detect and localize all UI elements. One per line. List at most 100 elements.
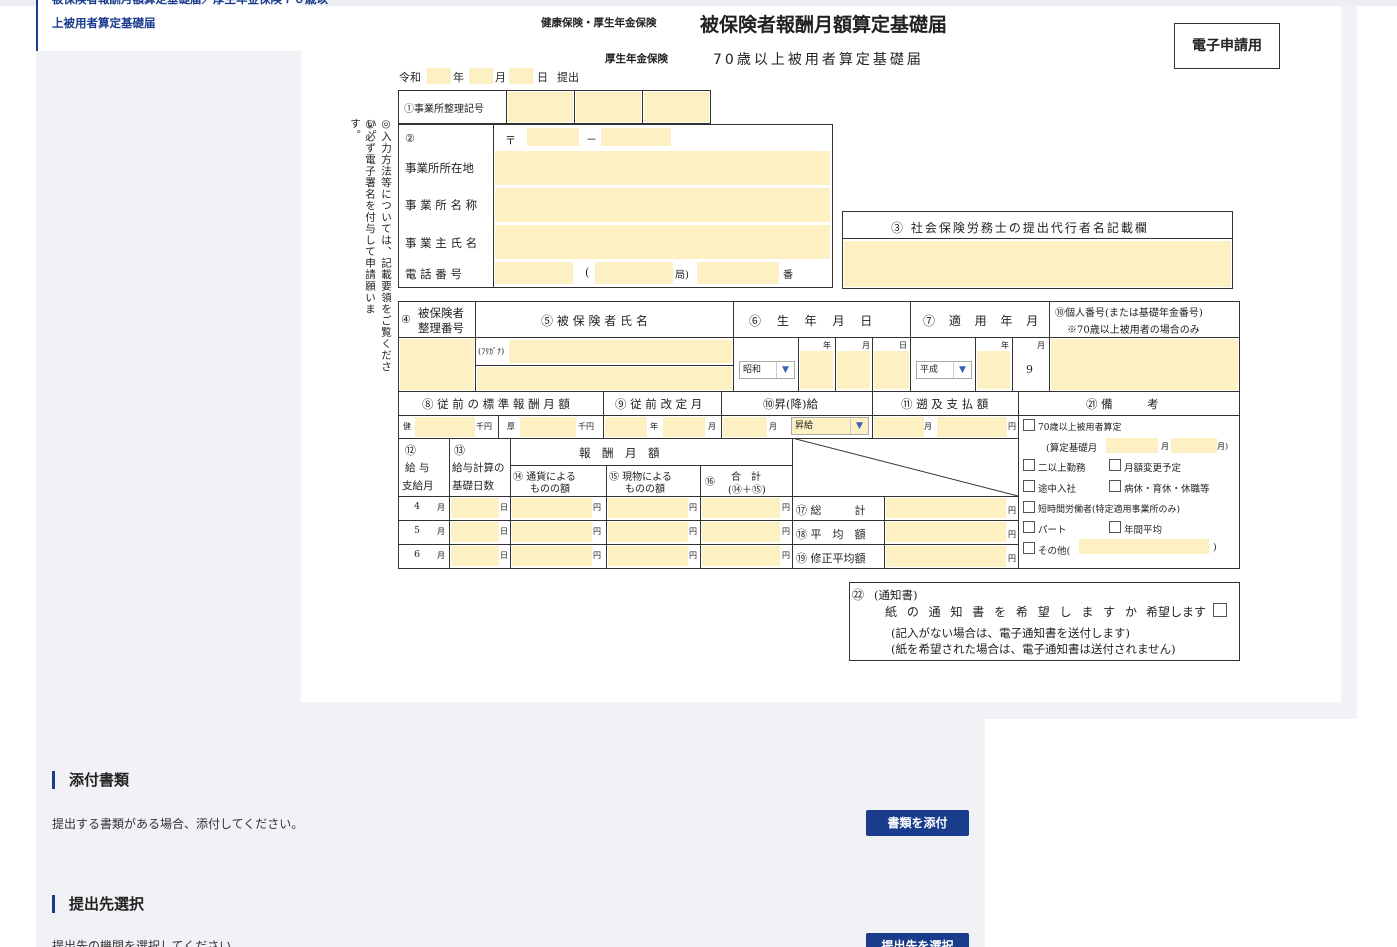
- insured-name-input[interactable]: [477, 367, 732, 390]
- breadcrumb-line1: 被保険者報酬月額算定基礎届／厚生年金保険７０歳以: [52, 0, 328, 8]
- remark-month2-input[interactable]: [1171, 438, 1217, 453]
- date-month-label: 月: [495, 71, 506, 84]
- revised-average-input[interactable]: [886, 546, 1006, 567]
- checkbox-icon[interactable]: [1109, 480, 1121, 492]
- birth-year-label: 年: [823, 341, 831, 350]
- total-input[interactable]: [886, 498, 1006, 518]
- apply-era-select[interactable]: 平成 ▼: [916, 361, 972, 379]
- c13-label: ⑬: [454, 444, 465, 457]
- pay-currency-yen: 円: [593, 503, 601, 512]
- raise-month-input[interactable]: [723, 417, 767, 437]
- sr-agent-input[interactable]: [844, 241, 1231, 287]
- remark-other-input[interactable]: [1079, 539, 1209, 554]
- checkbox-icon[interactable]: [1109, 521, 1121, 533]
- checkbox-icon[interactable]: [1023, 542, 1035, 554]
- checkbox-icon[interactable]: [1109, 459, 1121, 471]
- postal-code-input1[interactable]: [527, 128, 579, 146]
- office-name-input[interactable]: [495, 188, 830, 222]
- signature-note: ◎必ず電子署名を付与して申請願います。: [349, 118, 376, 315]
- date-year-input[interactable]: [427, 68, 451, 84]
- owner-name-input[interactable]: [495, 225, 830, 259]
- prev-pension-input[interactable]: [520, 417, 576, 437]
- tel-input3[interactable]: [697, 262, 779, 284]
- office-code-input2[interactable]: [576, 92, 641, 122]
- date-day-input[interactable]: [509, 68, 533, 84]
- date-day-label: 日: [537, 71, 548, 84]
- prev-revision-year-input[interactable]: [605, 417, 647, 437]
- pay-total-input[interactable]: [702, 498, 780, 518]
- prev-health-input[interactable]: [415, 417, 475, 437]
- checkbox-icon[interactable]: [1213, 603, 1227, 617]
- office-code-input1[interactable]: [508, 92, 573, 122]
- pay-month-label: 月: [437, 503, 445, 512]
- date-month-input[interactable]: [469, 68, 493, 84]
- tel-label: 電 話 番 号: [405, 267, 462, 281]
- retro-month-input[interactable]: [874, 417, 924, 437]
- postal-code-input2[interactable]: [601, 128, 671, 146]
- revised-average-label: ⑲ 修正平均額: [796, 552, 866, 565]
- postal-mark: 〒: [505, 134, 516, 147]
- diagonal-line: [792, 438, 1018, 496]
- checkbox-icon[interactable]: [1023, 480, 1035, 492]
- pay-days-input[interactable]: [451, 522, 499, 542]
- average-input[interactable]: [886, 522, 1006, 542]
- form-subtitle: 70歳以上被用者算定基礎届: [713, 52, 924, 68]
- tel-input1[interactable]: [495, 262, 573, 284]
- tel-ban: 番: [783, 270, 793, 281]
- col15-label-b: ものの額: [625, 484, 665, 495]
- pay-days-input[interactable]: [451, 546, 499, 566]
- insured-number-input[interactable]: [400, 339, 474, 390]
- pay-total-input[interactable]: [702, 546, 780, 566]
- retro-amount-input[interactable]: [937, 417, 1007, 437]
- birth-day-input[interactable]: [874, 351, 909, 389]
- col8-label: ⑧ 従 前 の 標 準 報 酬 月 額: [422, 397, 570, 411]
- pay-month-label-b: 支給月: [402, 480, 434, 492]
- select-destination-button[interactable]: 提出先を選択: [866, 933, 969, 947]
- attach-document-button[interactable]: 書類を添付: [866, 810, 969, 836]
- birth-era-select[interactable]: 昭和 ▼: [739, 361, 795, 379]
- attach-section-desc: 提出する書類がある場合、添付してください。: [52, 817, 304, 831]
- pay-currency-input[interactable]: [512, 498, 592, 518]
- pay-currency-input[interactable]: [512, 546, 592, 566]
- prev-year-label: 年: [650, 422, 658, 431]
- office-name-label: 事 業 所 名 称: [405, 198, 478, 212]
- birth-day-label: 日: [899, 341, 907, 350]
- remark-month1-input[interactable]: [1106, 438, 1158, 453]
- checkbox-icon[interactable]: [1023, 521, 1035, 533]
- kou-sen-label: 千円: [578, 422, 594, 431]
- birth-era-value: 昭和: [743, 365, 762, 375]
- col5-label: ⑤ 被 保 険 者 氏 名: [541, 314, 648, 328]
- average-yen: 円: [1008, 530, 1016, 539]
- furigana-input[interactable]: [509, 340, 732, 363]
- personal-number-input[interactable]: [1051, 339, 1238, 390]
- checkbox-icon[interactable]: [1023, 419, 1035, 431]
- address-input[interactable]: [495, 151, 830, 185]
- form-title: 被保険者報酬月額算定基礎届: [700, 14, 948, 36]
- pay-currency-input[interactable]: [512, 522, 592, 542]
- raise-type-select[interactable]: 昇給 ▼: [791, 417, 869, 435]
- pay-inkind-input[interactable]: [608, 546, 688, 566]
- prev-month-label: 月: [708, 422, 716, 431]
- remark-70-label: 70歳以上被用者算定: [1038, 423, 1122, 433]
- remark-join-label: 途中入社: [1038, 484, 1077, 495]
- apply-month-value[interactable]: 9: [1026, 363, 1033, 376]
- birth-year-input[interactable]: [800, 351, 833, 389]
- pay-inkind-input[interactable]: [608, 498, 688, 518]
- checkbox-icon[interactable]: [1023, 501, 1035, 513]
- col14-label-b: ものの額: [530, 484, 570, 495]
- remark-annual-label: 年間平均: [1124, 525, 1163, 536]
- pay-amount-label: 報 酬 月 額: [579, 446, 660, 460]
- col7-label: ⑦ 適 用 年 月: [923, 314, 1044, 328]
- pay-total-input[interactable]: [702, 522, 780, 542]
- pay-days-input[interactable]: [451, 498, 499, 518]
- apply-year-input[interactable]: [977, 351, 1010, 389]
- pay-inkind-input[interactable]: [608, 522, 688, 542]
- tel-input2[interactable]: [595, 262, 673, 284]
- birth-month-input[interactable]: [837, 351, 870, 389]
- office-code-input3[interactable]: [644, 92, 709, 122]
- notice-title: (通知書): [874, 588, 918, 602]
- checkbox-icon[interactable]: [1023, 459, 1035, 471]
- remark-change-label: 月額変更予定: [1124, 463, 1182, 474]
- remark-part-label: パート: [1038, 525, 1067, 536]
- prev-revision-month-input[interactable]: [663, 417, 705, 437]
